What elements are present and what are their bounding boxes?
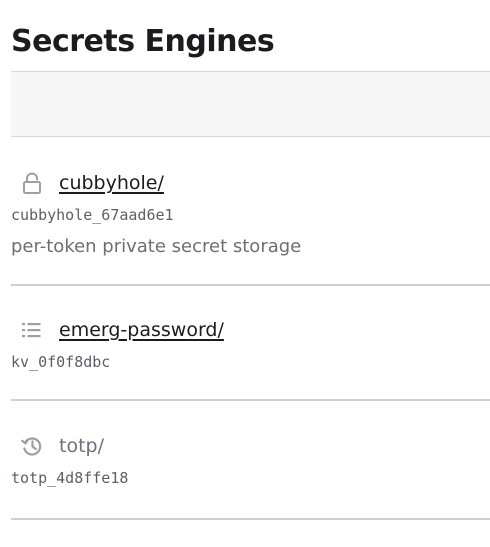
- list-item: totp/ totp_4d8ffe18: [11, 431, 490, 521]
- engine-name-totp: totp/: [59, 435, 104, 457]
- divider: [11, 518, 490, 520]
- page-title: Secrets Engines: [11, 24, 275, 59]
- engine-header: emerg-password/: [11, 315, 224, 345]
- toolbar: [11, 71, 490, 137]
- engine-header: cubbyhole/: [11, 168, 164, 198]
- engine-link-emerg-password[interactable]: emerg-password/: [59, 319, 224, 341]
- engine-header: totp/: [11, 431, 104, 461]
- list-item[interactable]: cubbyhole/ cubbyhole_67aad6e1 per-token …: [11, 168, 490, 286]
- divider: [11, 399, 490, 401]
- lock-icon: [20, 171, 44, 195]
- list-item[interactable]: emerg-password/ kv_0f0f8dbc: [11, 315, 490, 403]
- engine-accessor: cubbyhole_67aad6e1: [11, 206, 174, 224]
- secrets-engines-page: Secrets Engines cubbyhole/ cubbyhole_67a…: [0, 0, 490, 547]
- engine-accessor: kv_0f0f8dbc: [11, 353, 111, 371]
- list-icon: [20, 318, 44, 342]
- engine-description: per-token private secret storage: [11, 236, 302, 257]
- engine-accessor: totp_4d8ffe18: [11, 469, 129, 487]
- engine-link-cubbyhole[interactable]: cubbyhole/: [59, 172, 164, 194]
- divider: [11, 284, 490, 286]
- history-icon: [20, 434, 44, 458]
